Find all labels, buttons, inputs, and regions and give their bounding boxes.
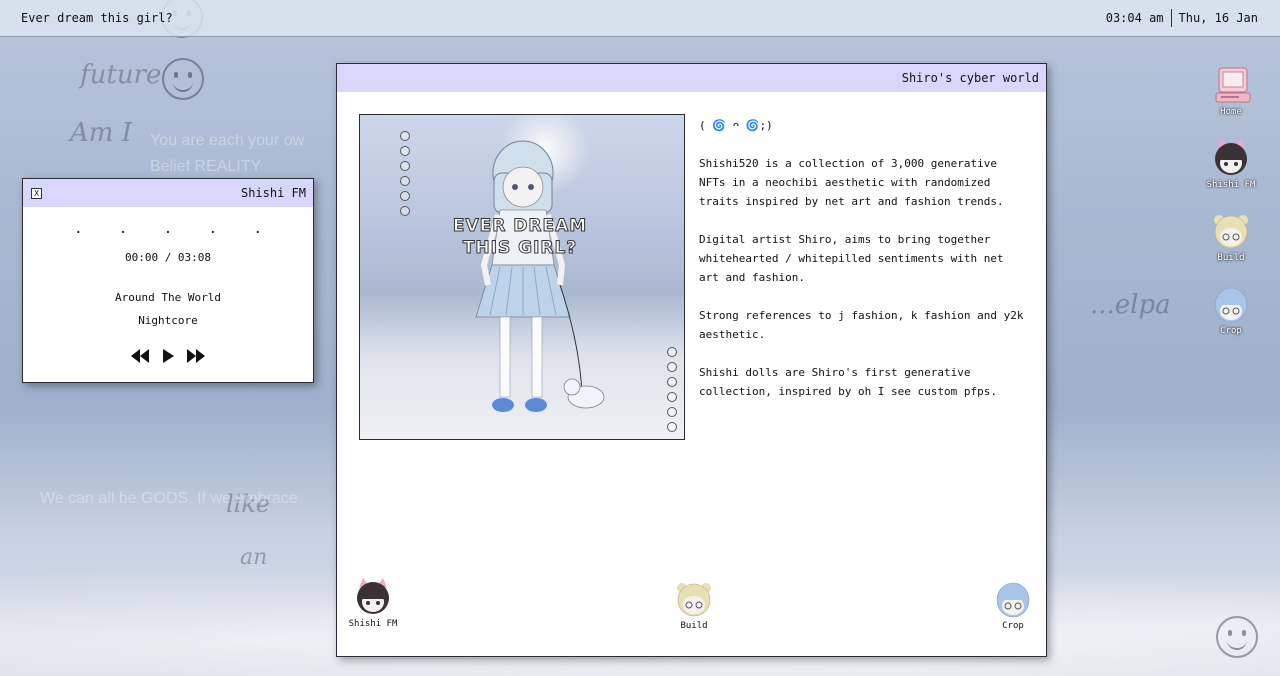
description-paragraph: Shishi dolls are Shiro's first generativ… [699,366,998,398]
description-paragraph: Shishi520 is a collection of 3,000 gener… [699,157,1004,208]
clock-date: Thu, 16 Jan [1178,11,1258,25]
artwork-title-line: EVER DREAM [452,216,588,237]
crop-shortcut[interactable]: Crop [987,580,1039,631]
main-window-titlebar[interactable]: Shiro's cyber world [337,64,1046,92]
build-shortcut[interactable]: Build [668,580,720,631]
clock-divider [1170,9,1172,27]
desktop-icon-label: Home [1220,107,1242,117]
background-scribble: an [240,545,268,570]
artwork-image: EVER DREAM THIS GIRL? [359,114,685,440]
window-title: Shiro's cyber world [901,71,1039,85]
background-scribble: Am I [70,118,132,148]
build-avatar-icon [676,580,712,618]
song-artist: Nightcore [138,314,198,327]
background-text: You are each your ow [150,132,305,149]
description-paragraph: Digital artist Shiro, aims to bring toge… [699,233,1004,284]
artwork-title: EVER DREAM THIS GIRL? [440,215,600,259]
background-scribble: ...elpa [1090,290,1171,320]
background-scribble: future [80,60,162,90]
desktop-icon-label: Shishi FM [1206,180,1256,190]
clock-time: 03:04 am [1105,11,1164,25]
clock: 03:04 am Thu, 16 Jan [1106,9,1258,27]
shortcut-label: Crop [1002,621,1024,631]
home-desktop-icon[interactable]: Home [1201,66,1261,117]
shortcut-label: Build [680,621,708,631]
bottom-icon-bar: Shishi FM Build Crop [337,576,1046,646]
music-player-window: X Shishi FM . . . . . 00:00 / 03:08 Arou… [22,178,314,383]
computer-icon [1213,66,1251,104]
main-window: Shiro's cyber world EVER DREAM THIS GIRL… [336,63,1047,657]
crop-desktop-icon[interactable]: Crop [1201,285,1261,336]
build-avatar-icon [1213,212,1249,250]
shishi-fm-desktop-icon[interactable]: Shishi FM [1201,139,1261,190]
fast-forward-icon[interactable] [187,349,205,363]
playback-controls [23,349,313,363]
song-title: Around The World [115,291,221,304]
music-player-body: . . . . . 00:00 / 03:08 Around The World… [23,221,313,363]
top-bar: Ever dream this girl? 03:04 am Thu, 16 J… [0,0,1280,37]
background-smiley-icon [162,58,204,100]
emote: ( 🌀 ᴖ 🌀;) [699,119,773,132]
background-text: We can all be GODS. If we embrace [40,490,298,507]
play-icon[interactable] [161,349,175,363]
girl-illustration [475,140,605,412]
background-smiley-icon [1216,616,1258,658]
background-text: Belief REALITY [150,158,262,175]
music-player-titlebar[interactable]: X Shishi FM [23,179,313,207]
track-time: 00:00 / 03:08 [124,251,212,264]
shishi-fm-avatar-icon [1213,139,1249,177]
track-progress-dots: . . . . . [74,221,276,237]
rewind-icon[interactable] [131,349,149,363]
crop-avatar-icon [995,580,1031,618]
window-title: Shishi FM [240,186,306,200]
build-desktop-icon[interactable]: Build [1201,212,1261,263]
artwork-title-line: THIS GIRL? [462,238,578,259]
close-button[interactable]: X [31,187,42,199]
description-paragraph: Strong references to j fashion, k fashio… [699,309,1024,341]
shortcut-label: Shishi FM [348,619,398,629]
desktop-icon-label: Build [1217,253,1245,263]
shishi-fm-avatar-icon [355,578,391,616]
description: ( 🌀 ᴖ 🌀;) Shishi520 is a collection of 3… [699,116,1029,420]
site-title: Ever dream this girl? [21,11,173,25]
shishi-fm-shortcut[interactable]: Shishi FM [347,578,399,629]
desktop-icon-label: Crop [1220,326,1242,336]
crop-avatar-icon [1213,285,1249,323]
